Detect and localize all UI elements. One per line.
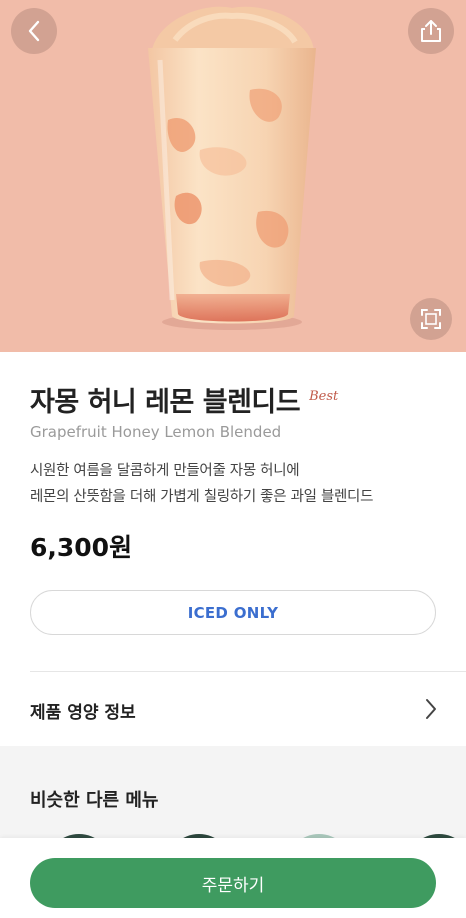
temperature-option-badge: ICED ONLY [30,590,436,635]
nutrition-info-row[interactable]: 제품 영양 정보 [0,672,466,746]
share-button[interactable] [408,8,454,54]
product-price: 6,300원 [30,533,133,562]
chevron-right-icon [426,699,436,719]
product-hero-image [0,0,466,352]
expand-icon [421,309,441,329]
similar-menu-title: 비슷한 다른 메뉴 [30,790,159,811]
chevron-left-icon [28,20,40,42]
product-title-row: 자몽 허니 레몬 블렌디드 Best [30,380,338,419]
nutrition-info-label: 제품 영양 정보 [30,703,136,723]
product-english-name: Grapefruit Honey Lemon Blended [30,423,282,441]
description-line: 시원한 여름을 달콤하게 만들어줄 자몽 허니에 [30,463,300,479]
drink-image [148,6,316,330]
share-icon [421,20,441,42]
product-description: 시원한 여름을 달콤하게 만들어줄 자몽 허니에 레몬의 산뜻함을 더해 가볍게… [30,458,373,510]
bottom-order-bar: 주문하기 [0,838,466,918]
description-line: 레몬의 산뜻함을 더해 가볍게 칠링하기 좋은 과일 블렌디드 [30,489,374,505]
order-button[interactable]: 주문하기 [30,858,436,908]
best-badge: Best [309,389,339,404]
product-name: 자몽 허니 레몬 블렌디드 [30,387,301,418]
back-button[interactable] [11,8,57,54]
zoom-image-button[interactable] [410,298,452,340]
